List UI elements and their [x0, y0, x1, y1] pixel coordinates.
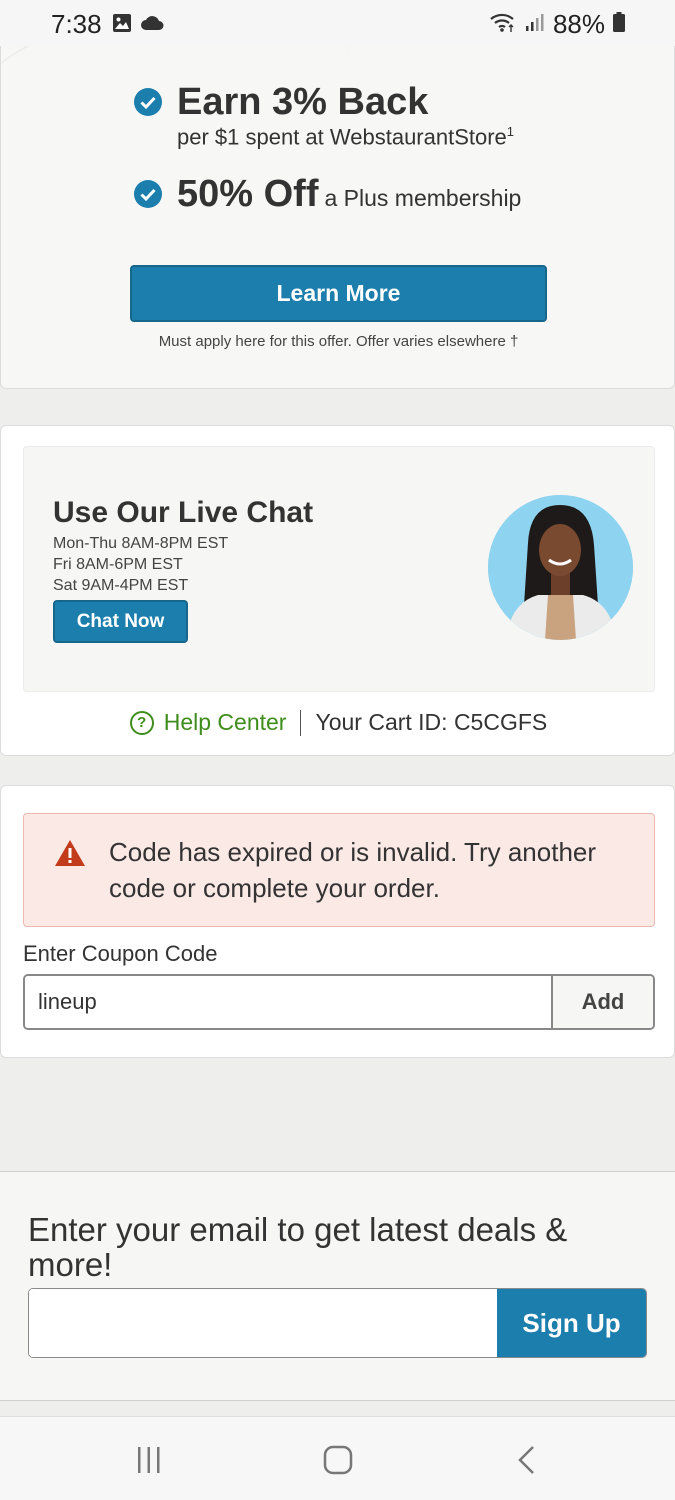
home-icon[interactable] [323, 1445, 353, 1480]
footnote-marker: 1 [506, 123, 515, 139]
status-bar: 7:38 88% [0, 0, 675, 46]
gallery-icon [112, 13, 132, 38]
coupon-error-message: Code has expired or is invalid. Try anot… [109, 837, 597, 903]
coupon-form: Add [23, 974, 655, 1030]
coupon-code-input[interactable] [25, 976, 551, 1028]
battery-icon [613, 12, 625, 37]
card-live-chat: Use Our Live Chat Mon-Thu 8AM-8PM EST Fr… [0, 425, 675, 756]
coupon-code-label: Enter Coupon Code [23, 941, 218, 966]
help-center-label: Help Center [163, 709, 287, 735]
offer-discount-subtitle: a Plus membership [324, 185, 522, 211]
offer-cashback-title: Earn 3% Back [177, 81, 429, 123]
wifi-icon [489, 11, 517, 38]
offer-plus-discount: 50% Off a Plus membership [134, 173, 522, 216]
signal-icon [525, 12, 545, 37]
check-circle-icon [134, 180, 162, 208]
check-circle-icon [134, 88, 162, 116]
sign-up-button[interactable]: Sign Up [497, 1289, 646, 1357]
offer-cashback: Earn 3% Back per $1 spent at Webstaurant… [134, 81, 515, 150]
live-chat-panel: Use Our Live Chat Mon-Thu 8AM-8PM EST Fr… [23, 446, 655, 692]
offer-discount-title: 50% Off [177, 173, 319, 215]
chat-hours-friday: Fri 8AM-6PM EST [53, 556, 183, 573]
divider [300, 709, 302, 736]
add-coupon-button[interactable]: Add [551, 976, 653, 1028]
system-nav-bar [0, 1416, 675, 1500]
support-agent-avatar [488, 495, 633, 640]
chat-hours-weekday: Mon-Thu 8AM-8PM EST [53, 535, 229, 552]
question-circle-icon: ? [129, 710, 154, 735]
recent-apps-icon[interactable] [135, 1445, 163, 1480]
help-row: ? Help Center Your Cart ID: C5CGFS [1, 709, 675, 736]
chat-hours: Mon-Thu 8AM-8PM EST Fri 8AM-6PM EST Sat … [53, 533, 228, 596]
live-chat-title: Use Our Live Chat [53, 496, 314, 529]
help-center-link[interactable]: ? Help Center [129, 709, 287, 736]
back-icon[interactable] [516, 1445, 536, 1480]
learn-more-button[interactable]: Learn More [130, 265, 547, 322]
email-signup-section: Enter your email to get latest deals & m… [0, 1171, 675, 1401]
card-coupon: Code has expired or is invalid. Try anot… [0, 785, 675, 1058]
cart-id: Your Cart ID: C5CGFS [315, 709, 548, 735]
email-signup-heading: Enter your email to get latest deals & m… [28, 1211, 568, 1283]
coupon-error-alert: Code has expired or is invalid. Try anot… [23, 813, 655, 927]
offer-disclaimer: Must apply here for this offer. Offer va… [158, 333, 519, 350]
battery-percent: 88% [552, 9, 605, 39]
chat-now-button[interactable]: Chat Now [53, 600, 188, 643]
status-time: 7:38 [51, 9, 102, 39]
warning-icon [54, 839, 86, 872]
offer-cashback-subtitle: per $1 spent at WebstaurantStore [177, 124, 507, 150]
chat-hours-saturday: Sat 9AM-4PM EST [53, 577, 189, 594]
email-input[interactable] [29, 1289, 497, 1357]
card-offer-banner: Earn 3% Back per $1 spent at Webstaurant… [0, 46, 675, 389]
cloud-icon [140, 15, 164, 36]
email-signup-form: Sign Up [28, 1288, 647, 1358]
